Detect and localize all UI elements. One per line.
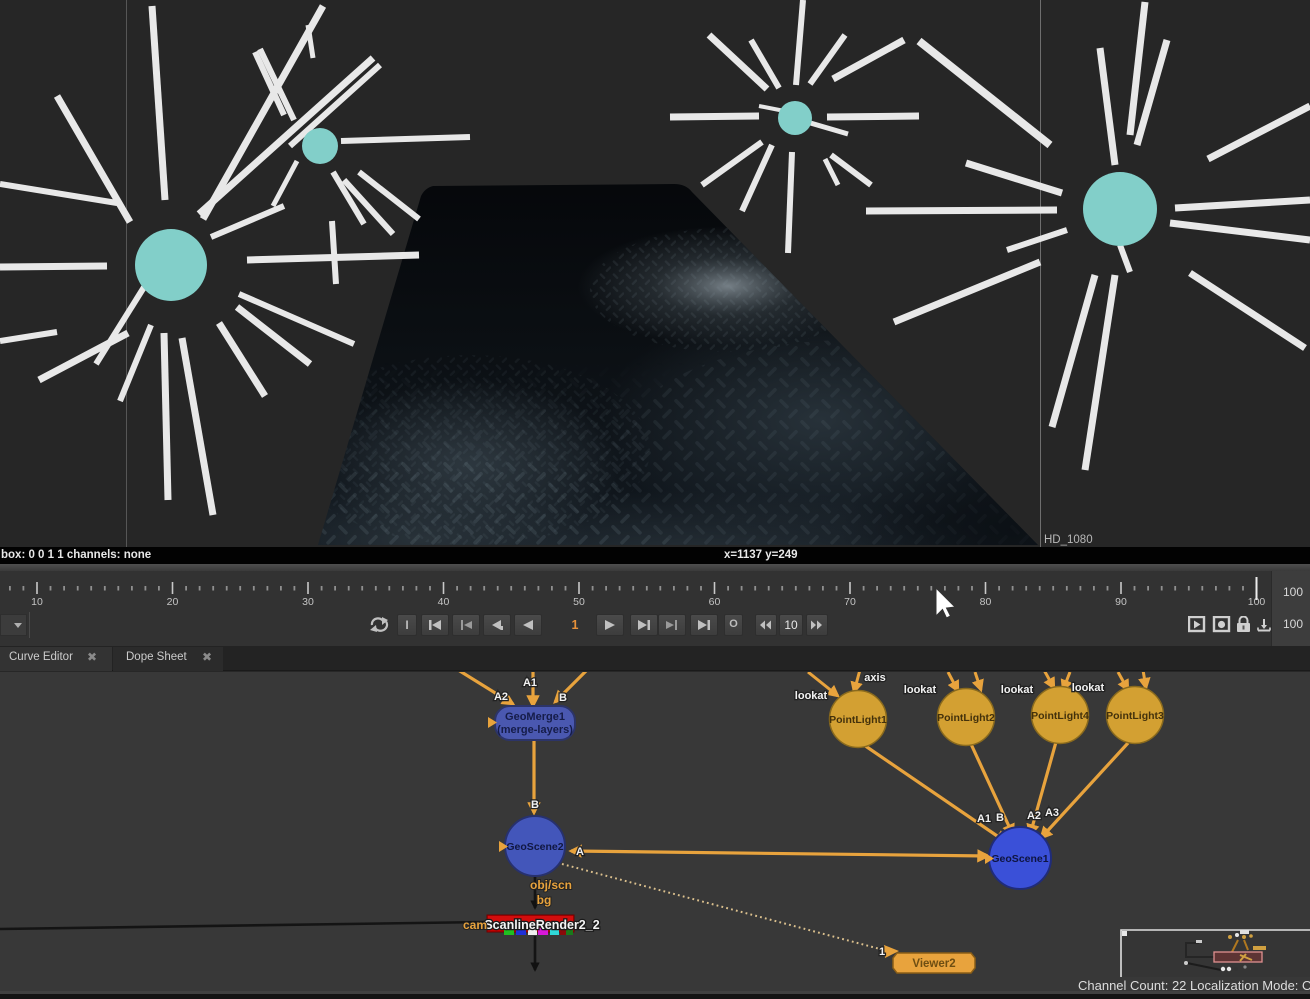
svg-text:(merge-layers): (merge-layers)	[497, 724, 573, 736]
svg-text:B: B	[996, 812, 1004, 824]
svg-text:lookat: lookat	[1001, 684, 1034, 696]
svg-text:20: 20	[167, 596, 179, 608]
svg-text:50: 50	[573, 596, 585, 608]
svg-text:70: 70	[844, 596, 856, 608]
svg-text:A2: A2	[494, 691, 508, 703]
svg-text:30: 30	[302, 596, 314, 608]
svg-text:bg: bg	[537, 893, 552, 907]
svg-text:GeoMerge1: GeoMerge1	[505, 711, 565, 723]
svg-text:1: 1	[879, 946, 885, 958]
svg-text:B: B	[531, 799, 539, 811]
svg-text:HD_1080: HD_1080	[1044, 534, 1093, 546]
svg-text:A: A	[576, 846, 584, 858]
svg-text:PointLight4: PointLight4	[1031, 710, 1089, 722]
svg-text:lookat: lookat	[795, 690, 828, 702]
svg-text:A3: A3	[1045, 807, 1059, 819]
svg-text:axis: axis	[864, 672, 885, 684]
svg-text:obj/scn: obj/scn	[530, 878, 572, 892]
svg-text:PointLight3: PointLight3	[1106, 710, 1164, 722]
svg-text:60: 60	[709, 596, 721, 608]
svg-text:ScanlineRender2_2: ScanlineRender2_2	[484, 918, 599, 932]
svg-text:GeoScene1: GeoScene1	[991, 853, 1048, 865]
svg-text:cam: cam	[463, 918, 487, 932]
svg-text:A1: A1	[977, 813, 991, 825]
svg-text:80: 80	[980, 596, 992, 608]
svg-text:Viewer2: Viewer2	[912, 958, 955, 970]
svg-text:Channel Count: 22 Localizatio: Channel Count: 22 Localization Mode: O	[1078, 978, 1310, 993]
svg-text:lookat: lookat	[1072, 682, 1105, 694]
svg-text:A1: A1	[523, 677, 537, 689]
svg-text:B: B	[559, 692, 567, 704]
svg-text:PointLight2: PointLight2	[937, 712, 995, 724]
svg-text:lookat: lookat	[904, 684, 937, 696]
svg-text:90: 90	[1115, 596, 1127, 608]
svg-text:40: 40	[438, 596, 450, 608]
svg-text:A2: A2	[1027, 810, 1041, 822]
svg-text:PointLight1: PointLight1	[829, 714, 887, 726]
svg-text:10: 10	[31, 596, 43, 608]
svg-text:GeoScene2: GeoScene2	[506, 841, 563, 853]
